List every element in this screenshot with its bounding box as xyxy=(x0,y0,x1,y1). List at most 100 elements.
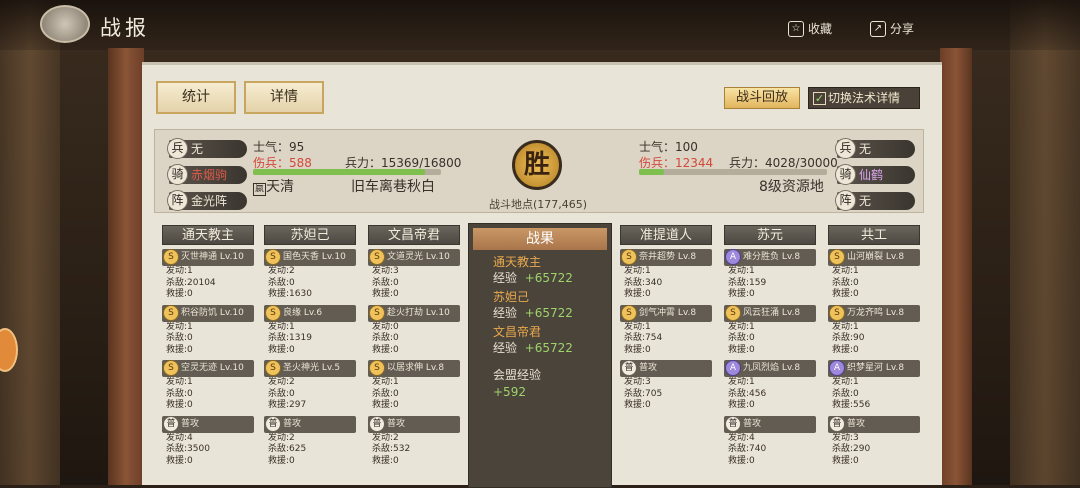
result-name: 苏妲己 xyxy=(493,290,530,304)
tab-details[interactable]: 详情 xyxy=(244,81,324,114)
tab-stats[interactable]: 统计 xyxy=(156,81,236,114)
right-mount: 骑仙鹤 xyxy=(835,164,915,185)
skill-row[interactable]: S 良缘 Lv.6 xyxy=(264,304,356,322)
battle-location[interactable]: 战斗地点(177,465) xyxy=(489,196,587,212)
skill-row[interactable]: S 趁火打劫 Lv.10 xyxy=(368,304,460,322)
skill-row[interactable]: A 难分胜负 Lv.8 xyxy=(724,249,816,266)
game-logo-icon[interactable] xyxy=(40,5,90,43)
skill-row[interactable]: A 九凤烈焰 Lv.8 xyxy=(724,360,816,377)
general-name[interactable]: 共工 xyxy=(828,225,920,245)
league-exp-label: 会盟经验 xyxy=(493,368,542,382)
skill-quality-icon: S xyxy=(369,304,385,321)
skill-name: 九凤烈焰 Lv.8 xyxy=(743,363,801,373)
skill-stat: 救援:0 xyxy=(624,289,651,299)
skill-row[interactable]: 普普攻 xyxy=(162,415,254,433)
skill-row[interactable]: S 以居求伸 Lv.8 xyxy=(368,360,460,377)
skill-stat: 杀敌:625 xyxy=(268,444,307,454)
skill-quality-icon: 普 xyxy=(265,415,281,432)
skill-row[interactable]: S 文道灵光 Lv.10 xyxy=(368,249,460,266)
skill-quality-icon: S xyxy=(163,304,179,321)
general-name[interactable]: 苏元 xyxy=(724,225,816,245)
left-formation: 阵金光阵 xyxy=(167,190,247,211)
skill-row[interactable]: A 织梦星河 Lv.8 xyxy=(828,360,920,377)
skill-quality-icon: S xyxy=(829,249,845,265)
skill-row[interactable]: S 风云狂涌 Lv.8 xyxy=(724,304,816,322)
skill-row[interactable]: S 积谷防饥 Lv.10 xyxy=(162,304,254,322)
skill-name: 难分胜负 Lv.8 xyxy=(743,252,801,262)
share-button[interactable]: ↗ 分享 xyxy=(870,20,914,37)
general-name[interactable]: 准提道人 xyxy=(620,225,712,245)
skill-row[interactable]: S 圣火神光 Lv.5 xyxy=(264,360,356,377)
skill-stat: 杀敌:0 xyxy=(728,333,755,343)
skill-stat: 救援:0 xyxy=(166,455,193,466)
right-troops-fill xyxy=(639,169,665,175)
skill-stat: 救援:0 xyxy=(728,400,755,410)
right-morale: 士气：100 xyxy=(639,140,698,154)
skill-row[interactable]: 普普攻 xyxy=(368,415,460,433)
skill-row[interactable]: S 国色天香 Lv.10 xyxy=(264,249,356,266)
battle-result-panel: 战果 通天教主 经验 +65722 苏妲己 经验 +65722 文昌帝君 经验 … xyxy=(468,223,612,488)
skill-stat: 救援:556 xyxy=(832,400,871,410)
top-bar: 战报 ☆ 收藏 ↗ 分享 xyxy=(0,0,1080,50)
general-name[interactable]: 通天教主 xyxy=(162,225,254,245)
skill-stat: 发动:1 xyxy=(166,266,193,276)
skill-name: 普攻 xyxy=(387,418,406,429)
skill-quality-icon: S xyxy=(265,304,281,321)
general-column: 共工 S 山河崩裂 Lv.8 发动:1 杀敌:0 救援:0 S 万龙齐鸣 Lv.8 发动:1 杀敌… xyxy=(828,225,920,467)
skill-row[interactable]: S 空灵无迹 Lv.10 xyxy=(162,360,254,377)
skill-name: 圣火神光 Lv.5 xyxy=(283,363,341,373)
skill-stat: 救援:0 xyxy=(832,289,859,299)
left-troop-type: 兵无 xyxy=(167,138,247,159)
general-column: 通天教主 S 灭世神通 Lv.10 发动:1 杀敌:20104 救援:0 S 积谷防饥 Lv.… xyxy=(162,225,254,467)
result-exp: 经验 +65722 xyxy=(493,271,573,285)
skill-stat: 发动:1 xyxy=(372,377,399,387)
frame-right xyxy=(940,48,972,485)
skill-quality-icon: 普 xyxy=(621,360,637,376)
skill-quality-icon: S xyxy=(369,360,385,376)
general-name[interactable]: 文昌帝君 xyxy=(368,225,460,245)
skill-row[interactable]: 普普攻 xyxy=(620,360,712,377)
left-place: 旧车离巷秋白 xyxy=(351,179,435,195)
skill-stat: 杀敌:159 xyxy=(728,277,767,288)
result-name: 文昌帝君 xyxy=(493,325,542,339)
skill-row[interactable]: S 奈井超势 Lv.8 xyxy=(620,249,712,266)
collect-button[interactable]: ☆ 收藏 xyxy=(788,20,832,37)
league-exp-value: +592 xyxy=(493,385,526,399)
skill-stat: 发动:1 xyxy=(624,321,651,332)
skill-name: 剑气冲霄 Lv.8 xyxy=(639,307,697,318)
skill-name: 万龙齐鸣 Lv.8 xyxy=(847,307,905,318)
skill-stat: 杀敌:532 xyxy=(372,444,411,454)
skill-stat: 发动:2 xyxy=(268,377,295,387)
skill-row[interactable]: S 剑气冲霄 Lv.8 xyxy=(620,304,712,322)
skill-stat: 救援:0 xyxy=(372,344,399,355)
skill-stat: 救援:0 xyxy=(166,289,193,299)
general-name[interactable]: 苏妲己 xyxy=(264,225,356,245)
skill-row[interactable]: S 万龙齐鸣 Lv.8 xyxy=(828,304,920,322)
skill-stat: 杀敌:0 xyxy=(832,388,859,399)
skill-stat: 杀敌:0 xyxy=(166,388,193,399)
skill-stat: 杀敌:0 xyxy=(372,388,399,399)
replay-button[interactable]: 战斗回放 xyxy=(724,87,800,109)
right-place: 8级资源地 xyxy=(759,179,824,195)
skill-stat: 杀敌:0 xyxy=(268,277,295,288)
skill-row[interactable]: 普普攻 xyxy=(828,415,920,433)
switch-spell-details-toggle[interactable]: ✓ 切换法术详情 xyxy=(808,87,920,109)
skill-stat: 杀敌:290 xyxy=(832,444,871,454)
skill-row[interactable]: S 灭世神通 Lv.10 xyxy=(162,249,254,266)
share-label: 分享 xyxy=(890,22,915,36)
skill-stat: 救援:0 xyxy=(624,344,651,355)
skill-row[interactable]: 普普攻 xyxy=(264,415,356,433)
skill-quality-icon: S xyxy=(621,304,637,321)
skill-row[interactable]: 普普攻 xyxy=(724,415,816,433)
share-icon: ↗ xyxy=(870,20,886,37)
skill-stat: 发动:2 xyxy=(268,266,295,276)
skill-stat: 发动:3 xyxy=(832,432,859,443)
skill-stat: 救援:0 xyxy=(372,455,399,466)
skill-row[interactable]: S 山河崩裂 Lv.8 xyxy=(828,249,920,266)
right-formation: 阵无 xyxy=(835,190,915,211)
left-troops-fill xyxy=(253,169,426,175)
skill-quality-icon: S xyxy=(265,360,281,376)
skill-stat: 发动:2 xyxy=(268,432,295,443)
skill-stat: 发动:1 xyxy=(268,321,295,332)
skill-name: 空灵无迹 Lv.10 xyxy=(181,363,244,373)
